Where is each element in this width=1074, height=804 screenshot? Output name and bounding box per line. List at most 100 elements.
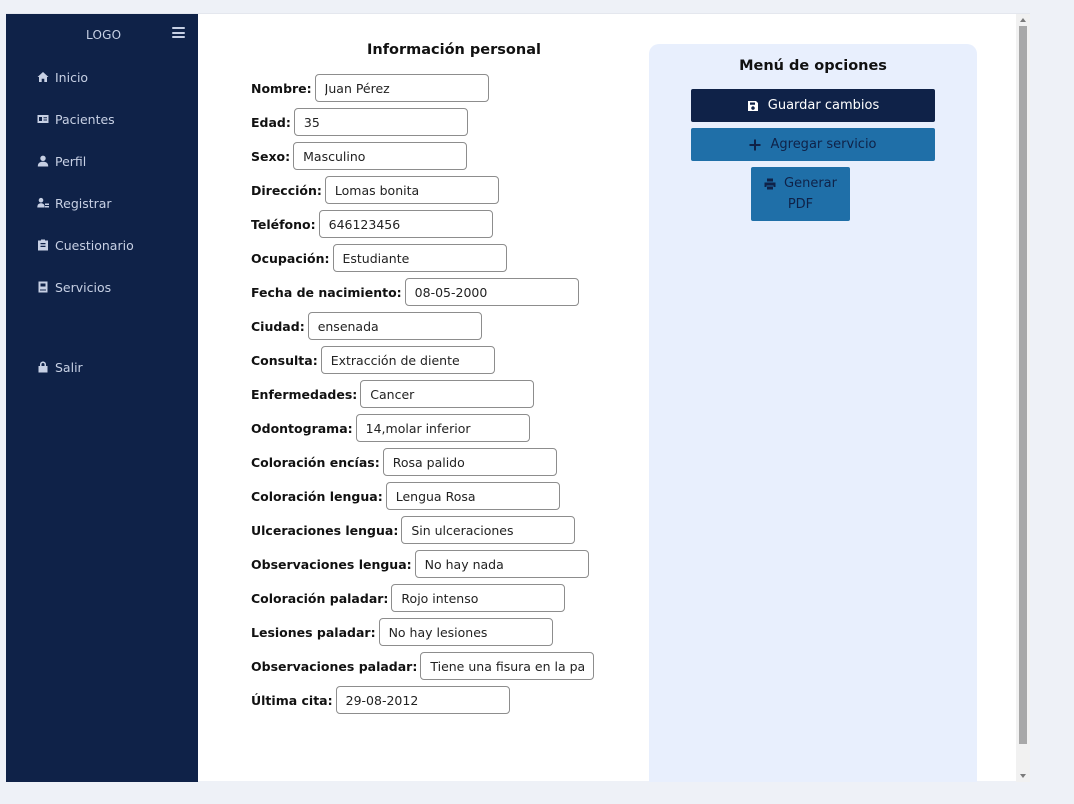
user-plus-icon [36,196,50,210]
field-label: Teléfono: [251,216,316,232]
field-label: Nombre: [251,80,312,96]
scroll-thumb[interactable] [1019,26,1027,744]
coloracion-encias-field[interactable] [382,448,557,476]
sidebar-item-inicio[interactable]: Inicio [36,67,88,87]
form-row-direccion: Dirección: [251,176,499,204]
form-row-edad: Edad: [251,108,468,136]
form-row-ciudad: Ciudad: [251,312,482,340]
field-label: Fecha de nacimiento: [251,284,402,300]
add-service-button-label: Agregar servicio [770,137,877,152]
app-window: LOGO Inicio Pacientes Perfil Registrar C… [6,13,1030,782]
form-row-sexo: Sexo: [251,142,468,170]
lock-icon [36,360,50,374]
scroll-up-icon[interactable] [1020,18,1026,22]
sidebar-item-label: Servicios [55,279,112,295]
field-label: Consulta: [251,352,318,368]
options-panel: Menú de opciones Guardar cambios Agregar… [649,44,977,782]
coloracion-paladar-field[interactable] [391,584,566,612]
form-row-ultima-cita: Última cita: [251,686,510,714]
telefono-field[interactable] [318,210,493,238]
lesiones-paladar-field[interactable] [378,618,553,646]
sidebar-item-servicios[interactable]: Servicios [36,277,111,297]
direccion-field[interactable] [324,176,499,204]
sidebar-item-label: Cuestionario [55,237,134,253]
book-icon [36,280,50,294]
save-button[interactable]: Guardar cambios [691,89,935,122]
form-row-lesiones-paladar: Lesiones paladar: [251,618,553,646]
sexo-field[interactable] [293,142,468,170]
sidebar-item-label: Registrar [55,195,112,211]
add-service-button[interactable]: Agregar servicio [691,128,935,161]
ulceraciones-lengua-field[interactable] [401,516,576,544]
generate-pdf-button[interactable]: Generar PDF [751,167,850,221]
form-row-ulceraciones-lengua: Ulceraciones lengua: [251,516,576,544]
observaciones-lengua-field[interactable] [414,550,589,578]
form-row-coloracion-paladar: Coloración paladar: [251,584,566,612]
field-label: Dirección: [251,182,322,198]
vertical-scrollbar[interactable] [1016,14,1030,782]
form-row-coloracion-lengua: Coloración lengua: [251,482,560,510]
form-row-enfermedades: Enfermedades: [251,380,535,408]
form-row-fecha-nacimiento: Fecha de nacimiento: [251,278,579,306]
field-label: Última cita: [251,692,333,708]
id-card-icon [36,112,50,126]
consulta-field[interactable] [320,346,495,374]
ultima-cita-field[interactable] [335,686,510,714]
user-icon [36,154,50,168]
page-title: Información personal [367,42,541,58]
field-label: Edad: [251,114,291,130]
field-label: Lesiones paladar: [251,624,376,640]
field-label: Ocupación: [251,250,330,266]
odontograma-field[interactable] [355,414,530,442]
field-label: Observaciones lengua: [251,556,412,572]
save-icon [747,100,758,111]
field-label: Ulceraciones lengua: [251,522,399,538]
sidebar-item-label: Salir [55,359,83,375]
form-row-coloracion-encias: Coloración encías: [251,448,557,476]
save-button-label: Guardar cambios [767,98,880,113]
field-label: Observaciones paladar: [251,658,418,674]
sidebar-item-label: Inicio [55,69,89,85]
ocupacion-field[interactable] [332,244,507,272]
plus-icon [749,139,761,150]
options-title: Menú de opciones [739,58,887,74]
sidebar-item-pacientes[interactable]: Pacientes [36,109,115,129]
generate-pdf-label-line1: Generar [784,176,837,191]
sidebar-item-perfil[interactable]: Perfil [36,151,86,171]
form-row-odontograma: Odontograma: [251,414,530,442]
nombre-field[interactable] [314,74,489,102]
field-label: Coloración encías: [251,454,380,470]
field-label: Enfermedades: [251,386,358,402]
clipboard-icon [36,238,50,252]
edad-field[interactable] [293,108,468,136]
print-icon [764,178,776,189]
field-label: Coloración lengua: [251,488,383,504]
form-row-observaciones-paladar: Observaciones paladar: [251,652,595,680]
sidebar-item-salir[interactable]: Salir [36,357,83,377]
field-label: Coloración paladar: [251,590,389,606]
sidebar-item-label: Perfil [55,153,87,169]
form-row-ocupacion: Ocupación: [251,244,507,272]
menu-toggle-icon[interactable] [172,27,185,38]
sidebar-item-label: Pacientes [55,111,115,127]
logo: LOGO [86,28,122,42]
observaciones-paladar-field[interactable] [420,652,595,680]
coloracion-lengua-field[interactable] [385,482,560,510]
form-row-telefono: Teléfono: [251,210,493,238]
enfermedades-field[interactable] [360,380,535,408]
sidebar-item-cuestionario[interactable]: Cuestionario [36,235,134,255]
ciudad-field[interactable] [307,312,482,340]
home-icon [36,70,50,84]
form-row-consulta: Consulta: [251,346,495,374]
field-label: Sexo: [251,148,291,164]
fecha-nacimiento-field[interactable] [404,278,579,306]
sidebar-item-registrar[interactable]: Registrar [36,193,112,213]
sidebar: LOGO Inicio Pacientes Perfil Registrar C… [6,14,198,782]
form-row-nombre: Nombre: [251,74,489,102]
generate-pdf-label-line2: PDF [787,197,814,212]
form-row-observaciones-lengua: Observaciones lengua: [251,550,589,578]
field-label: Odontograma: [251,420,353,436]
scroll-down-icon[interactable] [1020,774,1026,778]
main-content: Información personal Nombre: Edad: Sexo:… [198,14,1016,782]
field-label: Ciudad: [251,318,305,334]
